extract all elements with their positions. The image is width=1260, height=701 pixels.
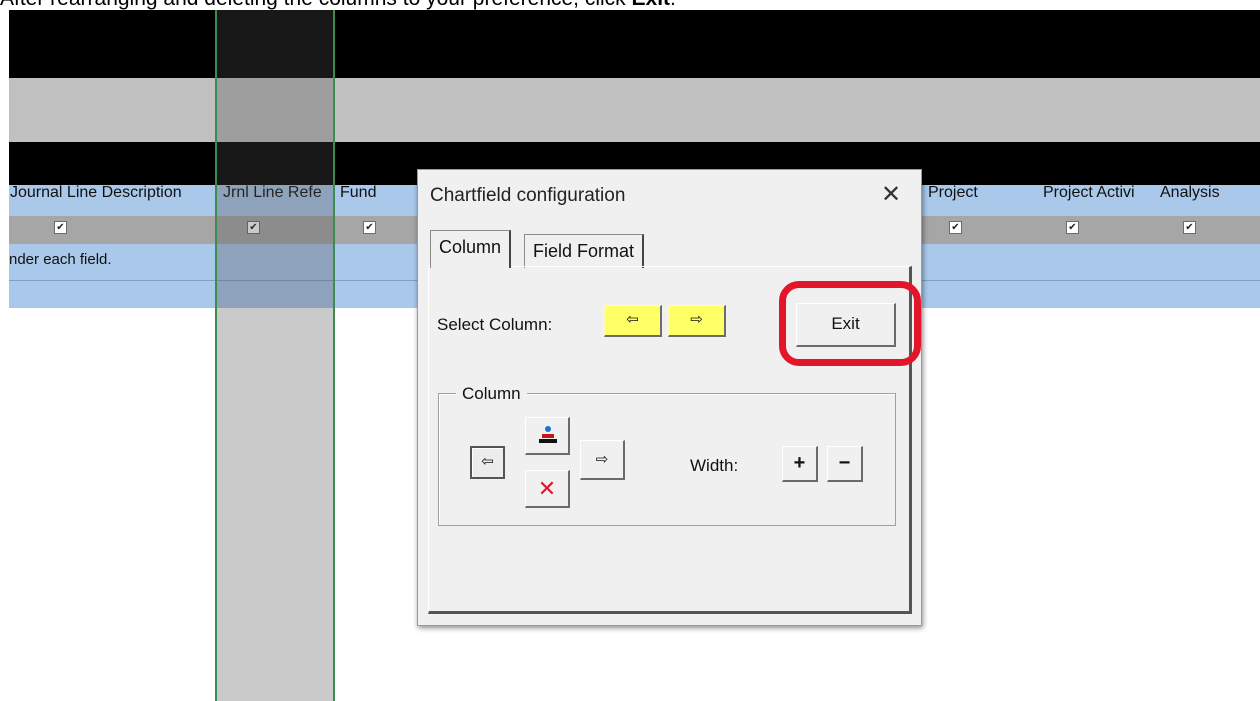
caption-suffix: . bbox=[670, 0, 676, 10]
arrow-left-icon: ⇦ bbox=[481, 453, 494, 470]
selected-column-border-right bbox=[333, 10, 335, 701]
select-next-column-button[interactable]: ⇨ bbox=[668, 305, 726, 337]
header-analysis[interactable]: Analysis bbox=[1160, 182, 1220, 204]
column-group-label: Column bbox=[456, 384, 527, 404]
header-fund[interactable]: Fund bbox=[340, 182, 376, 204]
caption-exit-emphasis: Exit bbox=[632, 0, 671, 10]
arrow-left-icon: ⇦ bbox=[626, 311, 639, 328]
header-journal-line-description[interactable]: Journal Line Description bbox=[10, 182, 182, 204]
header-project[interactable]: Project bbox=[928, 182, 978, 204]
chartfield-configuration-dialog: Chartfield configuration ✕ Column Field … bbox=[417, 169, 922, 626]
width-decrease-button[interactable]: − bbox=[827, 446, 863, 482]
sheet-black-band-top bbox=[9, 10, 1260, 78]
dialog-title: Chartfield configuration bbox=[430, 185, 626, 206]
column-checkbox[interactable]: ✔ bbox=[949, 221, 962, 234]
column-checkbox[interactable]: ✔ bbox=[1183, 221, 1196, 234]
tab-field-format[interactable]: Field Format bbox=[524, 234, 645, 268]
selected-column-highlight bbox=[217, 10, 335, 701]
select-previous-column-button[interactable]: ⇦ bbox=[604, 305, 662, 337]
instruction-fragment: nder each field. bbox=[9, 251, 112, 268]
delete-column-button[interactable]: ✕ bbox=[525, 470, 570, 508]
delete-x-icon: ✕ bbox=[537, 476, 557, 501]
width-label: Width: bbox=[690, 456, 739, 475]
width-increase-button[interactable]: + bbox=[782, 446, 818, 482]
arrow-right-icon: ⇨ bbox=[595, 451, 609, 468]
close-icon[interactable]: ✕ bbox=[876, 180, 906, 210]
selected-column-border-left bbox=[215, 10, 217, 701]
column-checkbox[interactable]: ✔ bbox=[363, 221, 376, 234]
insert-column-button[interactable] bbox=[525, 417, 570, 455]
insert-column-icon bbox=[538, 426, 558, 444]
move-column-right-button[interactable]: ⇨ bbox=[580, 440, 625, 480]
header-project-activity[interactable]: Project Activi bbox=[1043, 182, 1135, 204]
exit-button[interactable]: Exit bbox=[796, 303, 896, 347]
sheet-grey-band bbox=[9, 78, 1260, 142]
arrow-right-icon: ⇨ bbox=[690, 311, 703, 328]
move-column-left-button[interactable]: ⇦ bbox=[470, 446, 505, 479]
select-column-label: Select Column: bbox=[437, 315, 553, 334]
tab-column[interactable]: Column bbox=[430, 230, 512, 268]
instruction-caption: After rearranging and deleting the colum… bbox=[0, 0, 1260, 10]
column-checkbox[interactable]: ✔ bbox=[1066, 221, 1079, 234]
caption-text: After rearranging and deleting the colum… bbox=[0, 0, 632, 10]
column-checkbox[interactable]: ✔ bbox=[54, 221, 67, 234]
